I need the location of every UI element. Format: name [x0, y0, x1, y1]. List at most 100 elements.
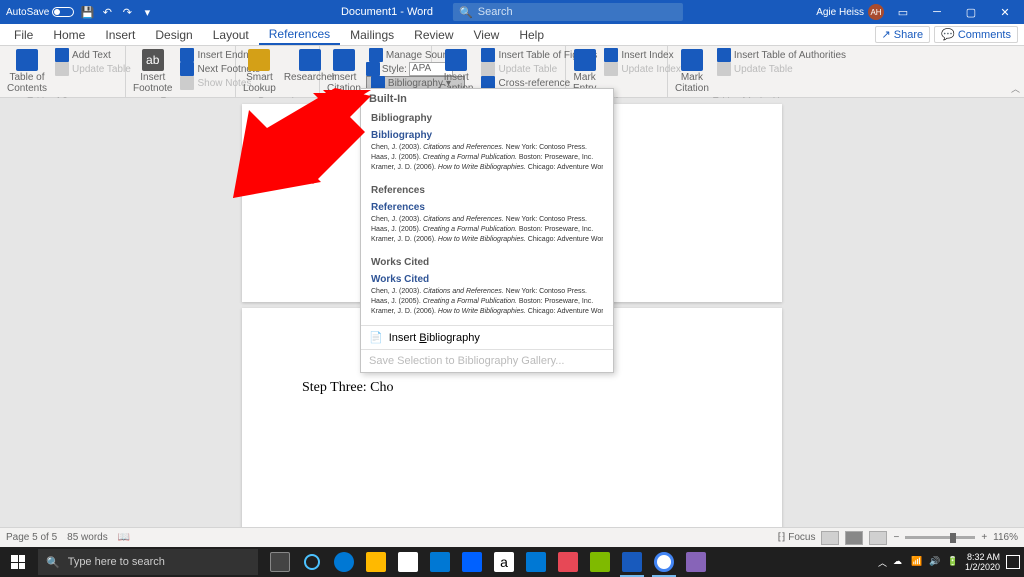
tab-mailings[interactable]: Mailings: [340, 24, 404, 45]
read-mode-button[interactable]: [821, 531, 839, 545]
start-button[interactable]: [0, 547, 36, 577]
ribbon-tabs: File Home Insert Design Layout Reference…: [0, 24, 1024, 46]
document-title: Document1 - Word: [341, 6, 433, 18]
edge-icon[interactable]: [328, 547, 360, 577]
authorities-icon: [717, 48, 731, 62]
mail-icon[interactable]: [424, 547, 456, 577]
tab-view[interactable]: View: [464, 24, 510, 45]
notifications-icon[interactable]: [1006, 555, 1020, 569]
search-icon: 🔍: [459, 6, 473, 19]
amazon-icon[interactable]: a: [488, 547, 520, 577]
save-icon[interactable]: 💾: [80, 5, 94, 19]
tab-insert[interactable]: Insert: [95, 24, 145, 45]
tab-home[interactable]: Home: [43, 24, 95, 45]
taskbar: 🔍 Type here to search a ︿ ☁ 📶 🔊 🔋 8:32 A…: [0, 547, 1024, 577]
search-box[interactable]: 🔍 Search: [453, 3, 683, 21]
undo-icon[interactable]: ↶: [100, 5, 114, 19]
tab-design[interactable]: Design: [145, 24, 202, 45]
zoom-in-button[interactable]: +: [981, 532, 987, 543]
tab-references[interactable]: References: [259, 24, 340, 45]
volume-icon[interactable]: 🔊: [929, 556, 941, 568]
toggle-off-icon: [52, 7, 74, 17]
dropbox-icon[interactable]: [456, 547, 488, 577]
insert-footnote-button[interactable]: abInsert Footnote: [130, 48, 175, 95]
smart-lookup-icon: [248, 49, 270, 71]
clock[interactable]: 8:32 AM 1/2/2020: [965, 552, 1000, 572]
mark-citation-button[interactable]: Mark Citation: [672, 48, 712, 95]
tab-review[interactable]: Review: [404, 24, 463, 45]
ribbon-options-icon[interactable]: ▭: [888, 0, 918, 24]
minimize-button[interactable]: ─: [922, 0, 952, 24]
style-icon: [366, 62, 380, 76]
next-fn-icon: [180, 62, 194, 76]
qat-more-icon[interactable]: ▾: [140, 5, 154, 19]
store-icon[interactable]: [392, 547, 424, 577]
close-button[interactable]: ✕: [990, 0, 1020, 24]
task-view-button[interactable]: [264, 547, 296, 577]
focus-mode[interactable]: ⁅⁆ Focus: [778, 532, 816, 543]
red-arrow-annotation: [233, 88, 373, 198]
user-avatar[interactable]: AH: [868, 4, 884, 20]
endnote-icon: [180, 48, 194, 62]
word-count[interactable]: 85 words: [67, 532, 108, 543]
insert-bibliography-item[interactable]: 📄 Insert Bibliography: [361, 325, 613, 349]
redo-icon[interactable]: ↷: [120, 5, 134, 19]
zoom-slider[interactable]: [905, 536, 975, 539]
share-icon: ↗: [882, 28, 891, 41]
bib-option-references[interactable]: References References Chen, J. (2003). C…: [361, 181, 613, 253]
tab-help[interactable]: Help: [509, 24, 554, 45]
tray-expand-icon[interactable]: ︿: [878, 556, 887, 569]
user-name[interactable]: Agie Heiss: [816, 7, 864, 18]
cortana-icon[interactable]: [296, 547, 328, 577]
index-icon: [604, 48, 618, 62]
citation-icon: [333, 49, 355, 71]
app-icon[interactable]: [584, 547, 616, 577]
insert-authorities-button[interactable]: Insert Table of Authorities: [714, 48, 849, 62]
page-indicator[interactable]: Page 5 of 5: [6, 532, 57, 543]
update-icon: [55, 62, 69, 76]
comments-button[interactable]: 💬Comments: [934, 26, 1018, 43]
update-icon: [481, 62, 495, 76]
app-icon[interactable]: [680, 547, 712, 577]
onedrive-icon[interactable]: ☁: [893, 556, 905, 568]
insert-bib-icon: 📄: [369, 331, 383, 344]
figures-icon: [481, 48, 495, 62]
photos-icon[interactable]: [520, 547, 552, 577]
bib-option-bibliography[interactable]: Bibliography Bibliography Chen, J. (2003…: [361, 109, 613, 181]
print-layout-button[interactable]: [845, 531, 863, 545]
add-text-button[interactable]: Add Text: [52, 48, 134, 62]
dropdown-header: Built-In: [361, 89, 613, 109]
zoom-level[interactable]: 116%: [993, 532, 1018, 543]
zoom-out-button[interactable]: −: [893, 532, 899, 543]
explorer-icon[interactable]: [360, 547, 392, 577]
tab-file[interactable]: File: [4, 24, 43, 45]
researcher-icon: [299, 49, 321, 71]
share-button[interactable]: ↗Share: [875, 26, 931, 43]
bibliography-dropdown: Built-In Bibliography Bibliography Chen,…: [360, 88, 614, 373]
update-authorities-button[interactable]: Update Table: [714, 62, 849, 76]
status-bar: Page 5 of 5 85 words 📖 ⁅⁆ Focus − + 116%: [0, 527, 1024, 547]
maximize-button[interactable]: ▢: [956, 0, 986, 24]
app-icon[interactable]: [552, 547, 584, 577]
sources-icon: [369, 48, 383, 62]
chrome-icon[interactable]: [648, 547, 680, 577]
autosave-toggle[interactable]: AutoSave: [6, 7, 74, 18]
proofing-icon[interactable]: 📖: [118, 532, 130, 543]
toc-icon: [16, 49, 38, 71]
search-icon: 🔍: [46, 556, 60, 569]
battery-icon[interactable]: 🔋: [947, 556, 959, 568]
tab-layout[interactable]: Layout: [203, 24, 259, 45]
windows-icon: [11, 555, 25, 569]
update-icon: [604, 62, 618, 76]
document-text[interactable]: Step Three: Cho: [302, 380, 394, 395]
table-of-contents-button[interactable]: Table of Contents: [4, 48, 50, 95]
web-layout-button[interactable]: [869, 531, 887, 545]
taskbar-search[interactable]: 🔍 Type here to search: [38, 549, 258, 575]
bib-option-works-cited[interactable]: Works Cited Works Cited Chen, J. (2003).…: [361, 253, 613, 325]
update-toc-button[interactable]: Update Table: [52, 62, 134, 76]
show-notes-icon: [180, 76, 194, 90]
collapse-ribbon-icon[interactable]: ︿: [1011, 82, 1020, 95]
title-bar: AutoSave 💾 ↶ ↷ ▾ Document1 - Word 🔍 Sear…: [0, 0, 1024, 24]
wifi-icon[interactable]: 📶: [911, 556, 923, 568]
word-taskbar-icon[interactable]: [616, 547, 648, 577]
